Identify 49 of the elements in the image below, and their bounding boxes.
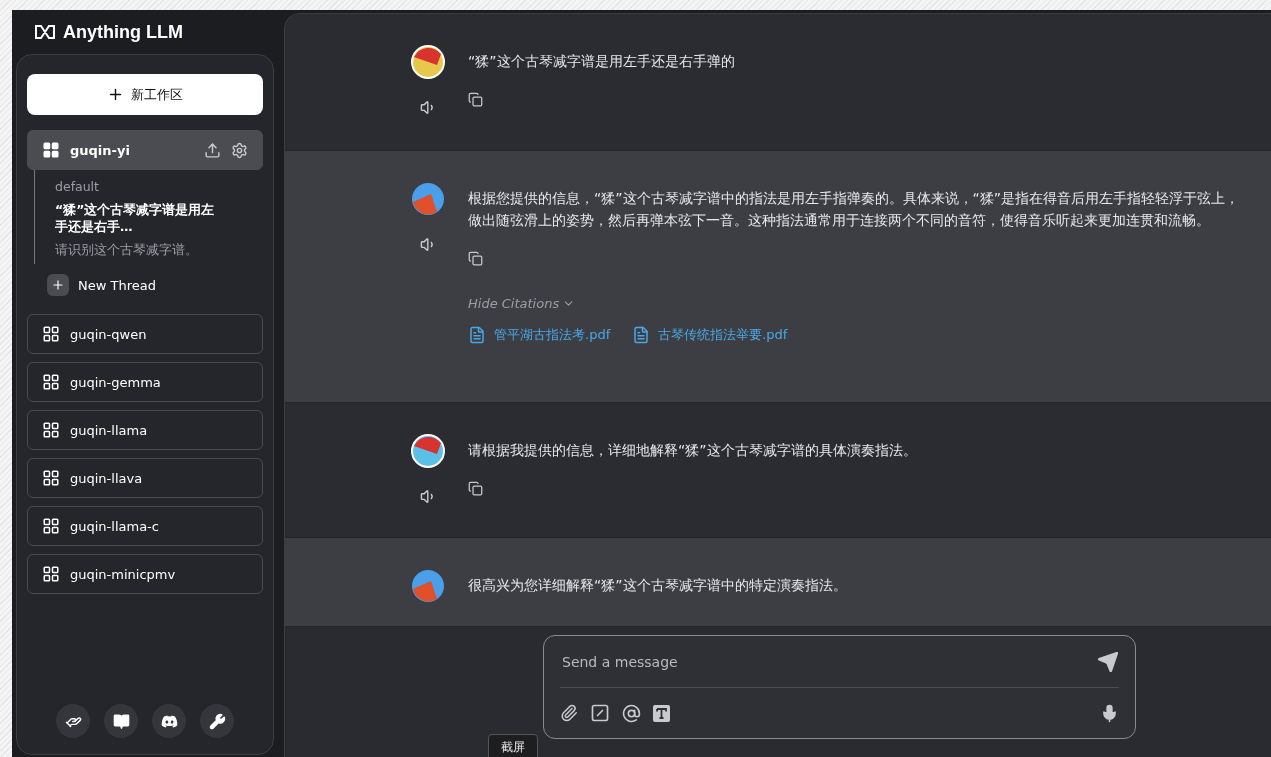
copy-icon[interactable] <box>468 481 483 496</box>
discord-icon[interactable] <box>152 704 186 738</box>
wrench-icon[interactable] <box>200 704 234 738</box>
microphone-icon[interactable] <box>1100 703 1119 723</box>
citation-link[interactable]: 古琴传统指法举要.pdf <box>632 326 788 344</box>
citation-link[interactable]: 管平湖古指法考.pdf <box>468 326 611 344</box>
grid-icon <box>42 469 60 487</box>
paperclip-icon[interactable] <box>560 704 578 722</box>
document-icon <box>632 326 651 344</box>
new-thread-link[interactable]: New Thread <box>78 277 156 293</box>
workspace-item[interactable]: guqin-qwen <box>27 314 263 354</box>
thread-item[interactable]: “猱”这个古琴减字谱是用左手还是右手… <box>55 201 215 235</box>
grid-icon <box>42 141 60 159</box>
message-text: “猱”这个古琴减字谱是用左手还是右手弹的 <box>468 52 735 71</box>
settings-icon[interactable] <box>231 141 248 159</box>
grid-icon <box>42 325 60 343</box>
document-icon <box>468 326 486 344</box>
message-text: 请根据我提供的信息，详细地解释“猱”这个古琴减字谱的具体演奏指法。 <box>468 441 917 460</box>
tooltip: 截屏 <box>488 734 538 757</box>
slash-command-icon[interactable] <box>590 703 610 723</box>
grid-icon <box>42 517 60 535</box>
grid-icon <box>42 373 60 391</box>
thread-item[interactable]: 请识别这个古琴减字谱。 <box>55 241 215 258</box>
copy-icon[interactable] <box>468 251 483 266</box>
hand-icon[interactable] <box>56 704 90 738</box>
add-thread-icon[interactable] <box>47 274 69 296</box>
message-text: 根据您提供的信息，“猱”这个古琴减字谱中的指法是用左手指弹奏的。具体来说，“猱”是指在得音后用左手指轻轻浮于弦上，做出随弦滑上的姿势，然后再弹本弦下一音。这种指法通常用于连接两个不同的音符，使得音乐听起来更加连贯和流畅。 <box>468 189 1240 230</box>
brand-name: Anything LLM <box>63 21 183 43</box>
workspace-item[interactable]: guqin-gemma <box>27 362 263 402</box>
copy-icon[interactable] <box>468 92 483 107</box>
book-icon[interactable] <box>104 704 138 738</box>
plus-icon <box>107 86 124 103</box>
workspace-item[interactable]: guqin-yi <box>27 130 263 170</box>
workspace-item[interactable]: guqin-minicpmv <box>27 554 263 594</box>
hide-citations-toggle[interactable]: Hide Citations <box>468 296 576 311</box>
text-format-icon[interactable] <box>653 704 670 722</box>
thread-item[interactable]: default <box>55 178 215 195</box>
upload-icon[interactable] <box>204 141 221 159</box>
send-icon[interactable] <box>1097 650 1119 673</box>
at-sign-icon[interactable] <box>622 703 641 723</box>
message-input[interactable]: Send a message <box>560 652 1097 671</box>
grid-icon <box>42 565 60 583</box>
new-workspace-button[interactable]: 新工作区 <box>27 74 263 115</box>
message-text: 很高兴为您详细解释“猱”这个古琴减字谱中的特定演奏指法。 <box>468 576 847 595</box>
workspace-item[interactable]: guqin-llama-c <box>27 506 263 546</box>
logo-icon <box>34 24 56 40</box>
grid-icon <box>42 421 60 439</box>
workspace-item[interactable]: guqin-llama <box>27 410 263 450</box>
workspace-item[interactable]: guqin-llava <box>27 458 263 498</box>
